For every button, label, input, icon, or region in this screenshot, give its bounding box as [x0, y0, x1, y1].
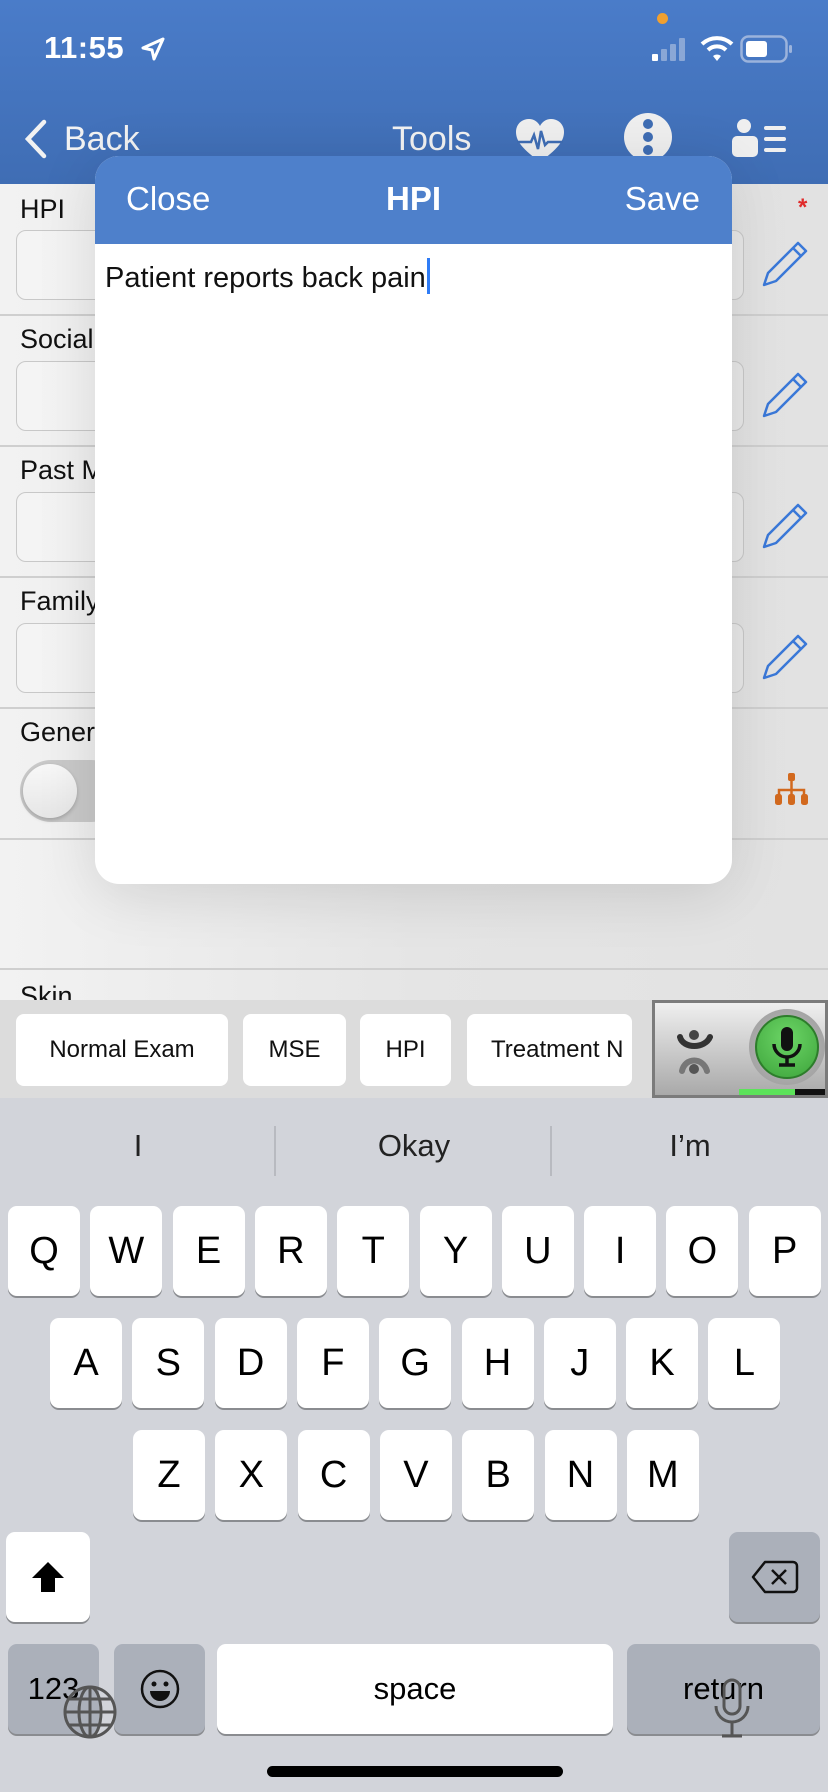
home-indicator: [267, 1766, 563, 1777]
key-i[interactable]: I: [584, 1206, 657, 1296]
key-b[interactable]: B: [462, 1430, 535, 1520]
quick-button-normal-exam[interactable]: Normal Exam: [16, 1014, 228, 1086]
key-z[interactable]: Z: [133, 1430, 205, 1520]
text-cursor: [426, 258, 430, 294]
row-label-hpi: HPI: [20, 194, 66, 224]
required-marker: *: [798, 194, 808, 221]
back-label: Back: [64, 119, 140, 158]
chevron-left-icon: [24, 119, 47, 159]
hpi-modal: Close HPI Save Patient reports back pain: [95, 156, 732, 884]
key-g[interactable]: G: [379, 1318, 452, 1408]
key-k[interactable]: K: [626, 1318, 699, 1408]
cellular-signal-icon: [652, 38, 685, 61]
toggle-knob: [23, 764, 77, 818]
emoji-key[interactable]: [114, 1644, 205, 1734]
pencil-icon[interactable]: [760, 501, 810, 553]
key-q[interactable]: Q: [8, 1206, 80, 1296]
globe-icon[interactable]: [62, 1684, 118, 1740]
row-label-past-medical: Past M: [20, 455, 105, 485]
pencil-icon[interactable]: [760, 632, 810, 684]
key-d[interactable]: D: [214, 1318, 287, 1408]
more-options-button[interactable]: [624, 113, 672, 161]
dictation-panel: [652, 1000, 828, 1098]
key-m[interactable]: M: [626, 1430, 699, 1520]
key-l[interactable]: L: [708, 1318, 781, 1408]
save-button[interactable]: Save: [625, 180, 700, 218]
key-h[interactable]: H: [461, 1318, 534, 1408]
key-u[interactable]: U: [501, 1206, 574, 1296]
key-n[interactable]: N: [544, 1430, 617, 1520]
suggestion-1[interactable]: I: [0, 1128, 276, 1164]
microphone-icon: [772, 1027, 802, 1067]
backspace-icon: [751, 1560, 798, 1594]
hierarchy-icon[interactable]: [774, 772, 810, 806]
tools-button[interactable]: Tools: [392, 120, 471, 159]
audio-level-fill: [739, 1089, 795, 1095]
hpi-text-value: Patient reports back pain: [105, 262, 426, 294]
keyboard: I Okay I’m QWERTYUIOPASDFGHJKLZXCVBNM 12…: [0, 1098, 828, 1792]
space-key[interactable]: space: [217, 1644, 613, 1734]
key-a[interactable]: A: [50, 1318, 122, 1408]
row-label-general: Gener: [20, 717, 96, 747]
key-o[interactable]: O: [666, 1206, 739, 1296]
key-e[interactable]: E: [172, 1206, 245, 1296]
dictation-microphone-icon[interactable]: [710, 1678, 754, 1742]
key-p[interactable]: P: [748, 1206, 821, 1296]
row-label-social: Social: [20, 324, 94, 354]
wifi-icon: [700, 36, 734, 61]
divider: [0, 968, 828, 970]
row-label-family: Family: [20, 586, 100, 616]
shift-arrow-icon: [32, 1562, 64, 1592]
key-s[interactable]: S: [132, 1318, 205, 1408]
key-r[interactable]: R: [254, 1206, 327, 1296]
close-button[interactable]: Close: [126, 180, 210, 218]
modal-header: Close HPI Save: [95, 156, 732, 244]
quick-button-treatment[interactable]: Treatment N: [467, 1014, 632, 1086]
pencil-icon[interactable]: [760, 239, 810, 291]
battery-icon: [740, 35, 792, 63]
key-j[interactable]: J: [543, 1318, 616, 1408]
status-time: 11:55: [44, 30, 125, 65]
key-y[interactable]: Y: [419, 1206, 492, 1296]
key-x[interactable]: X: [215, 1430, 288, 1520]
suggestion-2[interactable]: Okay: [276, 1128, 552, 1164]
audio-level-meter: [739, 1089, 825, 1095]
key-v[interactable]: V: [379, 1430, 452, 1520]
quick-button-hpi[interactable]: HPI: [360, 1014, 451, 1086]
patient-list-icon[interactable]: [730, 118, 790, 158]
location-arrow-icon: [141, 37, 165, 61]
pencil-icon[interactable]: [760, 370, 810, 422]
more-vertical-icon: [643, 119, 653, 155]
quick-button-mse[interactable]: MSE: [243, 1014, 346, 1086]
shift-key[interactable]: [6, 1532, 90, 1622]
key-c[interactable]: C: [297, 1430, 370, 1520]
key-t[interactable]: T: [337, 1206, 410, 1296]
key-f[interactable]: F: [296, 1318, 369, 1408]
key-w[interactable]: W: [90, 1206, 163, 1296]
delete-key[interactable]: [729, 1532, 820, 1622]
dictation-mic-button[interactable]: [749, 1009, 825, 1085]
dragon-logo-icon[interactable]: [677, 1029, 713, 1075]
emoji-icon: [140, 1669, 179, 1709]
privacy-indicator-dot: [657, 13, 668, 24]
hpi-text-area[interactable]: Patient reports back pain: [105, 258, 430, 295]
back-button[interactable]: Back: [22, 118, 140, 160]
suggestion-3[interactable]: I’m: [552, 1128, 828, 1164]
